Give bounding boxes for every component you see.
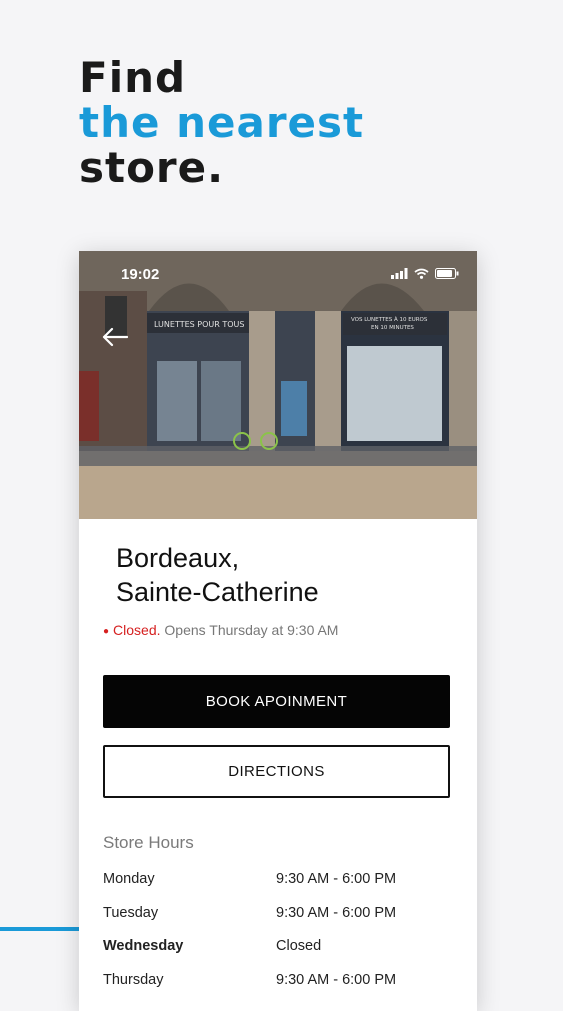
- signal-icon: [391, 268, 408, 279]
- hours-day: Thursday: [103, 972, 164, 988]
- directions-button[interactable]: DIRECTIONS: [103, 745, 450, 798]
- store-hours-title: Store Hours: [103, 833, 194, 852]
- hours-day: Tuesday: [103, 905, 159, 921]
- store-sign-right-1: VOS LUNETTES À 10 EUROS: [351, 316, 428, 323]
- store-sign-left: LUNETTES POUR TOUS: [154, 320, 244, 329]
- hours-day: Wednesday: [103, 938, 184, 954]
- headline-line-1: Find: [79, 53, 187, 102]
- status-dot-icon: ●: [103, 626, 110, 637]
- store-name-line-2: Sainte-Catherine: [116, 577, 319, 607]
- accent-line: [0, 927, 82, 931]
- hours-time: 9:30 AM - 6:00 PM: [276, 972, 397, 988]
- wifi-icon: [414, 268, 429, 279]
- arrow-left-icon: [102, 327, 129, 347]
- status-next-open: Opens Thursday at 9:30 AM: [164, 622, 339, 638]
- headline: Find the nearest store.: [79, 55, 364, 190]
- battery-icon: [435, 268, 459, 279]
- store-status: ● Closed. Opens Thursday at 9:30 AM: [103, 622, 338, 638]
- store-photo: LUNETTES POUR TOUS VOS LUNETTES À 10 EUR…: [79, 251, 477, 519]
- headline-line-3: store.: [79, 143, 225, 192]
- phone-frame: LUNETTES POUR TOUS VOS LUNETTES À 10 EUR…: [79, 251, 477, 1011]
- status-bar-icons: [391, 268, 459, 279]
- status-bar-time: 19:02: [121, 266, 160, 283]
- store-name: Bordeaux, Sainte-Catherine: [116, 541, 446, 609]
- hours-time: 9:30 AM - 6:00 PM: [276, 905, 397, 921]
- hours-day: Monday: [103, 871, 155, 887]
- hours-time: 9:30 AM - 6:00 PM: [276, 871, 397, 887]
- headline-line-2: the nearest: [79, 98, 365, 147]
- hours-time: Closed: [276, 938, 322, 954]
- status-closed-label: Closed.: [113, 622, 161, 638]
- book-appointment-button[interactable]: BOOK APOINMENT: [103, 675, 450, 728]
- store-sign-right-2: EN 10 MINUTES: [371, 325, 414, 331]
- back-button[interactable]: [101, 327, 129, 347]
- store-name-line-1: Bordeaux,: [116, 543, 240, 573]
